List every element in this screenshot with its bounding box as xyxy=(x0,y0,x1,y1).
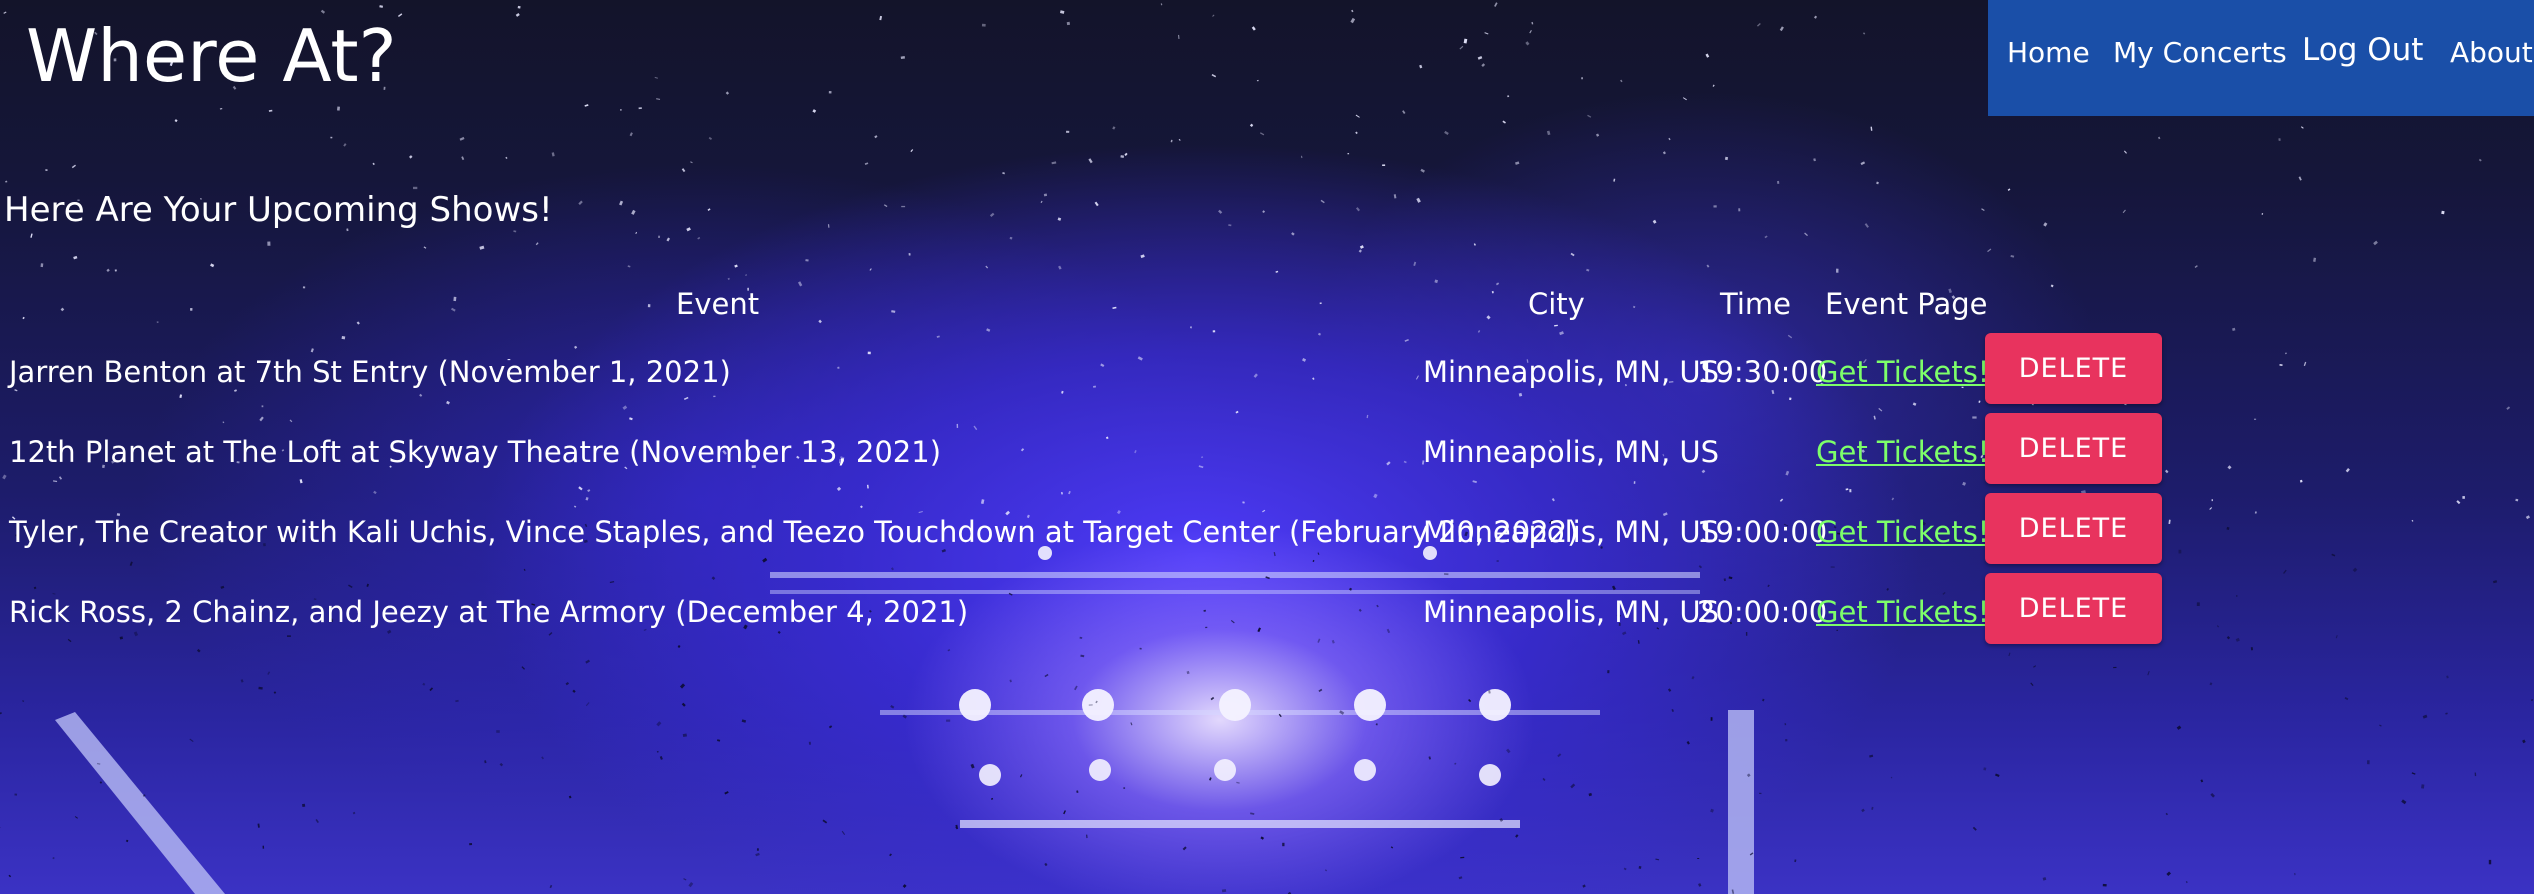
delete-button[interactable]: DELETE xyxy=(1985,493,2162,564)
delete-button[interactable]: DELETE xyxy=(1985,573,2162,644)
city-cell: Minneapolis, MN, US xyxy=(1423,515,1720,549)
get-tickets-link[interactable]: Get Tickets! xyxy=(1816,512,1989,552)
page-heading: Here Are Your Upcoming Shows! xyxy=(4,190,553,230)
city-cell: Minneapolis, MN, US xyxy=(1423,355,1720,389)
get-tickets-link[interactable]: Get Tickets! xyxy=(1816,432,1989,472)
event-cell: Rick Ross, 2 Chainz, and Jeezy at The Ar… xyxy=(9,595,969,629)
column-header-event: Event xyxy=(676,287,760,321)
time-cell: 19:30:00 xyxy=(1697,355,1828,389)
delete-button[interactable]: DELETE xyxy=(1985,333,2162,404)
get-tickets-link[interactable]: Get Tickets! xyxy=(1816,592,1989,632)
event-cell: 12th Planet at The Loft at Skyway Theatr… xyxy=(9,435,942,469)
nav-home-link[interactable]: Home xyxy=(2007,34,2090,72)
site-title: Where At? xyxy=(26,14,397,98)
nav-my-concerts-link[interactable]: My Concerts xyxy=(2113,34,2287,72)
delete-button[interactable]: DELETE xyxy=(1985,413,2162,484)
column-header-city: City xyxy=(1528,287,1585,321)
column-header-time: Time xyxy=(1720,287,1791,321)
event-cell: Tyler, The Creator with Kali Uchis, Vinc… xyxy=(9,515,1579,549)
event-cell: Jarren Benton at 7th St Entry (November … xyxy=(9,355,731,389)
time-cell: 19:00:00 xyxy=(1697,515,1828,549)
nav-about-link[interactable]: About xyxy=(2450,34,2533,72)
city-cell: Minneapolis, MN, US xyxy=(1423,595,1720,629)
get-tickets-link[interactable]: Get Tickets! xyxy=(1816,352,1989,392)
nav-log-out-link[interactable]: Log Out xyxy=(2302,31,2423,69)
column-header-event-page: Event Page xyxy=(1825,287,1988,321)
nav-bar: Home My Concerts Log Out About xyxy=(1988,0,2534,116)
time-cell: 20:00:00 xyxy=(1697,595,1828,629)
city-cell: Minneapolis, MN, US xyxy=(1423,435,1720,469)
